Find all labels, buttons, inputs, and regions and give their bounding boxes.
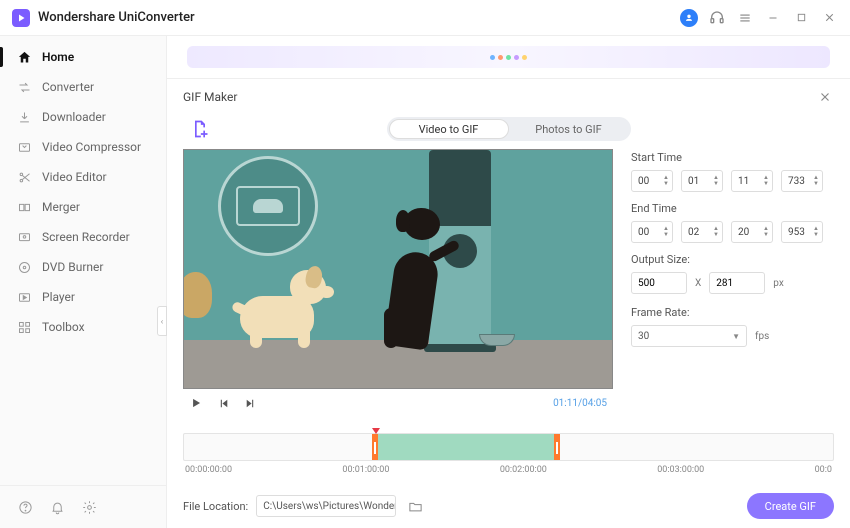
- account-icon[interactable]: [680, 9, 698, 27]
- start-s-input[interactable]: ▲▼: [731, 170, 773, 192]
- play-button[interactable]: [189, 396, 203, 410]
- merge-icon: [16, 199, 32, 215]
- download-icon: [16, 109, 32, 125]
- sidebar-item-label: DVD Burner: [42, 260, 103, 274]
- tab-photos-to-gif[interactable]: Photos to GIF: [509, 119, 629, 139]
- converter-icon: [16, 79, 32, 95]
- timeline-ticks: 00:00:00:00 00:01:00:00 00:02:00:00 00:0…: [183, 465, 834, 475]
- sidebar-item-label: Video Compressor: [42, 140, 141, 154]
- app-logo: [12, 9, 30, 27]
- x-label: X: [695, 278, 701, 289]
- compress-icon: [16, 139, 32, 155]
- menu-icon[interactable]: [736, 9, 754, 27]
- home-icon: [16, 49, 32, 65]
- range-start-handle[interactable]: [372, 434, 378, 460]
- sidebar-item-player[interactable]: Player: [0, 282, 166, 312]
- sidebar-item-label: Downloader: [42, 110, 106, 124]
- sidebar-item-dvd[interactable]: DVD Burner: [0, 252, 166, 282]
- sidebar-item-downloader[interactable]: Downloader: [0, 102, 166, 132]
- gif-maker-panel: GIF Maker Video to GIF Photos to GIF: [167, 78, 850, 528]
- sidebar-item-compressor[interactable]: Video Compressor: [0, 132, 166, 162]
- end-h-input[interactable]: ▲▼: [631, 221, 673, 243]
- time-display: 01:11/04:05: [553, 398, 607, 409]
- minimize-icon[interactable]: [764, 9, 782, 27]
- sidebar-collapse[interactable]: ‹: [157, 306, 167, 336]
- start-time-label: Start Time: [631, 151, 834, 164]
- end-s-input[interactable]: ▲▼: [731, 221, 773, 243]
- end-time-label: End Time: [631, 202, 834, 215]
- sidebar-item-converter[interactable]: Converter: [0, 72, 166, 102]
- file-location-label: File Location:: [183, 500, 248, 513]
- sidebar-item-toolbox[interactable]: Toolbox: [0, 312, 166, 342]
- close-icon[interactable]: [820, 9, 838, 27]
- sidebar-item-label: Video Editor: [42, 170, 107, 184]
- video-preview[interactable]: [183, 149, 613, 389]
- mode-tabs: Video to GIF Photos to GIF: [387, 117, 631, 141]
- scissors-icon: [16, 169, 32, 185]
- timeline[interactable]: [183, 433, 834, 461]
- sidebar-item-label: Merger: [42, 200, 80, 214]
- sidebar-item-label: Home: [42, 50, 74, 64]
- app-title: Wondershare UniConverter: [38, 10, 195, 25]
- chevron-down-icon: ▼: [732, 332, 740, 341]
- next-frame-button[interactable]: [244, 397, 257, 410]
- frame-rate-label: Frame Rate:: [631, 306, 834, 319]
- height-input[interactable]: [709, 272, 765, 294]
- sidebar-item-label: Toolbox: [42, 320, 85, 334]
- help-icon[interactable]: [16, 498, 34, 516]
- player-icon: [16, 289, 32, 305]
- sidebar: Home Converter Downloader Video Compress…: [0, 36, 167, 528]
- bell-icon[interactable]: [48, 498, 66, 516]
- range-end-handle[interactable]: [554, 434, 560, 460]
- sidebar-item-editor[interactable]: Video Editor: [0, 162, 166, 192]
- headset-icon[interactable]: [708, 9, 726, 27]
- end-ms-input[interactable]: ▲▼: [781, 221, 823, 243]
- sidebar-item-merger[interactable]: Merger: [0, 192, 166, 222]
- sidebar-item-label: Screen Recorder: [42, 230, 130, 244]
- end-m-input[interactable]: ▲▼: [681, 221, 723, 243]
- sidebar-item-home[interactable]: Home: [0, 42, 166, 72]
- start-ms-input[interactable]: ▲▼: [781, 170, 823, 192]
- panel-close-icon[interactable]: [816, 88, 834, 106]
- width-input[interactable]: [631, 272, 687, 294]
- px-label: px: [773, 278, 784, 289]
- start-m-input[interactable]: ▲▼: [681, 170, 723, 192]
- settings-icon[interactable]: [80, 498, 98, 516]
- disc-icon: [16, 259, 32, 275]
- maximize-icon[interactable]: [792, 9, 810, 27]
- frame-rate-select[interactable]: 30▼: [631, 325, 747, 347]
- sidebar-item-label: Converter: [42, 80, 94, 94]
- open-folder-button[interactable]: [404, 495, 426, 517]
- panel-title: GIF Maker: [183, 90, 237, 104]
- tab-video-to-gif[interactable]: Video to GIF: [389, 119, 509, 139]
- playhead[interactable]: [372, 428, 380, 434]
- titlebar: Wondershare UniConverter: [0, 0, 850, 36]
- sidebar-item-label: Player: [42, 290, 75, 304]
- start-h-input[interactable]: ▲▼: [631, 170, 673, 192]
- output-size-label: Output Size:: [631, 253, 834, 266]
- add-file-icon[interactable]: [189, 118, 211, 140]
- record-icon: [16, 229, 32, 245]
- grid-icon: [16, 319, 32, 335]
- fps-label: fps: [755, 331, 769, 342]
- file-location-select[interactable]: C:\Users\ws\Pictures\Wonders▼: [256, 495, 396, 517]
- banner: [187, 46, 830, 68]
- sidebar-item-recorder[interactable]: Screen Recorder: [0, 222, 166, 252]
- create-gif-button[interactable]: Create GIF: [747, 493, 834, 519]
- prev-frame-button[interactable]: [217, 397, 230, 410]
